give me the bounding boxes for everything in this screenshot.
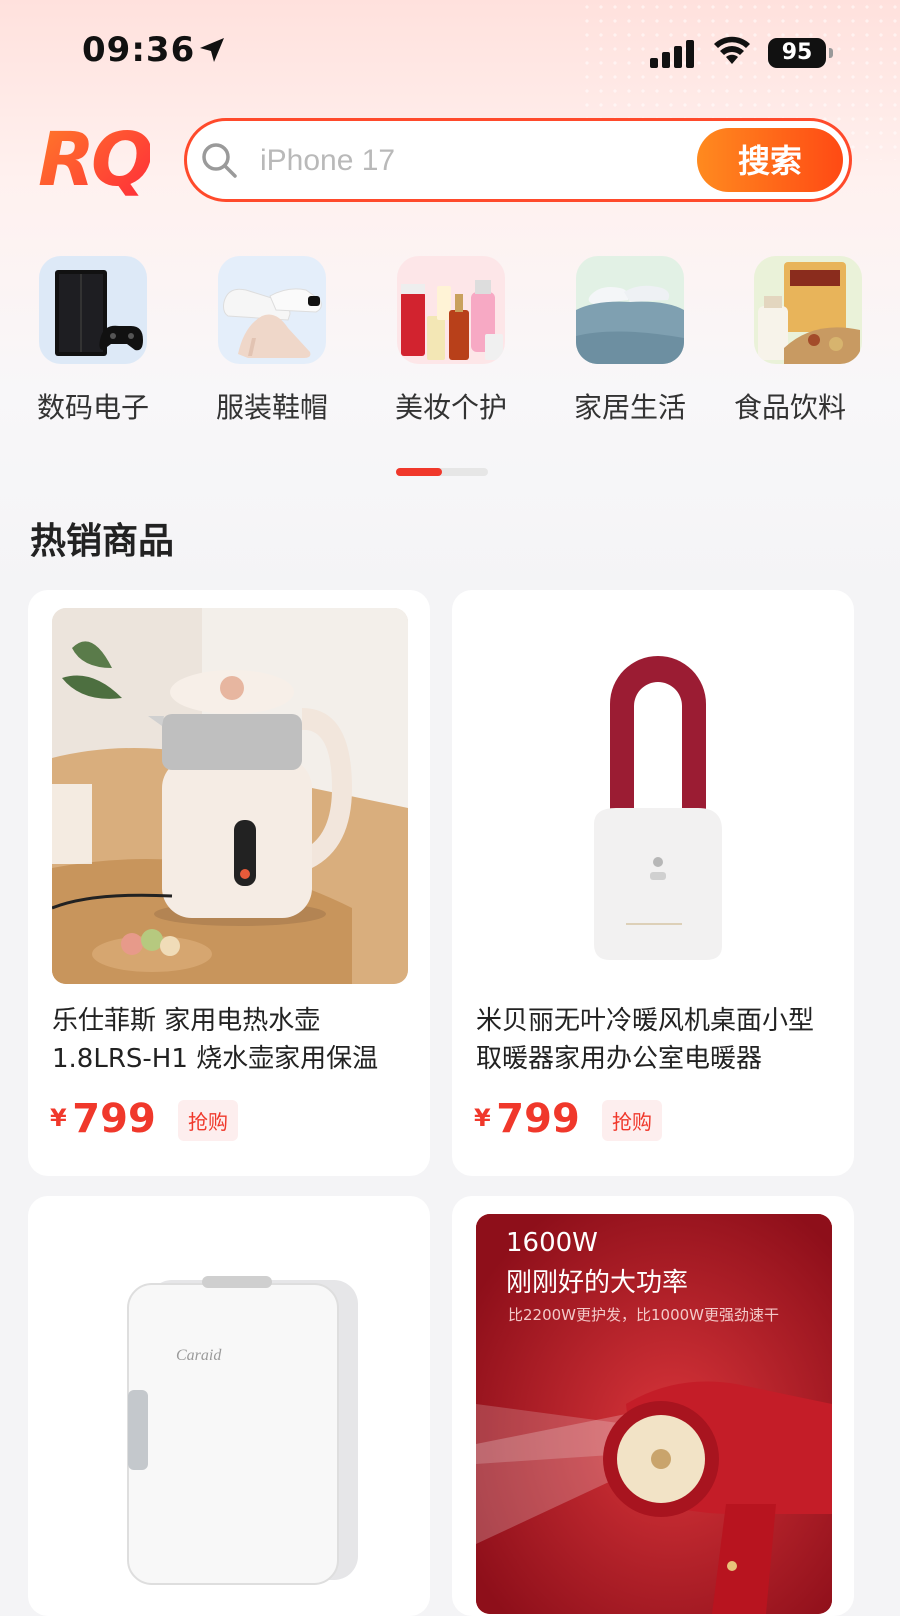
category-page-indicator — [396, 468, 488, 476]
page-indicator-active — [396, 468, 442, 476]
location-arrow-icon — [200, 38, 224, 62]
product-image-heater — [476, 608, 832, 984]
product-card[interactable]: 1600W 刚刚好的大功率 比2200W更护发，比1000W更强劲速干 — [452, 1196, 854, 1616]
section-title: 热销商品 — [30, 521, 175, 562]
category-beauty[interactable]: 美妆个护 — [376, 256, 526, 426]
search-button[interactable]: 搜索 — [697, 128, 843, 192]
cosmetics-icon — [397, 256, 505, 364]
category-label: 家居生活 — [573, 391, 686, 424]
product-price: ¥ 799 — [474, 1096, 580, 1142]
currency-symbol: ¥ — [474, 1104, 491, 1132]
category-digital[interactable]: 数码电子 — [18, 256, 168, 426]
category-label: 美妆个护 — [394, 391, 507, 424]
bedding-icon — [576, 256, 684, 364]
search-icon — [202, 143, 237, 178]
price-value: 799 — [496, 1096, 580, 1142]
category-label: 数码电子 — [36, 391, 149, 424]
product-title: 米贝丽无叶冷暖风机桌面小型取暖器家用办公室电暖器 — [476, 1006, 815, 1074]
product-image-mini-fridge: Caraid — [52, 1214, 408, 1614]
product-image-kettle — [52, 608, 408, 984]
battery-indicator: 95 — [768, 38, 833, 68]
price-value: 799 — [72, 1096, 156, 1142]
banner-subline: 比2200W更护发，比1000W更强劲速干 — [508, 1306, 780, 1324]
category-food[interactable]: 食品饮料 — [734, 256, 864, 426]
product-price: ¥ 799 — [50, 1096, 156, 1142]
cellular-signal-icon — [650, 40, 694, 68]
product-card[interactable]: 米贝丽无叶冷暖风机桌面小型取暖器家用办公室电暖器 ¥ 799 抢购 — [452, 590, 854, 1176]
buy-now-tag[interactable]: 抢购 — [602, 1100, 662, 1141]
wifi-icon — [714, 36, 750, 64]
category-label: 食品饮料 — [734, 391, 847, 424]
app-logo[interactable]: RQ — [38, 120, 154, 200]
category-apparel[interactable]: 服装鞋帽 — [197, 256, 347, 426]
category-home[interactable]: 家居生活 — [555, 256, 705, 426]
product-card[interactable]: Caraid — [28, 1196, 430, 1616]
product-card[interactable]: 乐仕菲斯 家用电热水壶1.8LRS-H1 烧水壶家用保温 ¥ 799 抢购 — [28, 590, 430, 1176]
currency-symbol: ¥ — [50, 1104, 67, 1132]
search-input[interactable] — [258, 138, 682, 184]
food-icon — [754, 256, 862, 364]
fridge-brand-mark: Caraid — [176, 1347, 222, 1364]
banner-headline: 刚刚好的大功率 — [506, 1268, 689, 1298]
banner-wattage: 1600W — [506, 1228, 598, 1258]
buy-now-tag[interactable]: 抢购 — [178, 1100, 238, 1141]
category-label: 服装鞋帽 — [215, 391, 328, 424]
product-title: 乐仕菲斯 家用电热水壶1.8LRS-H1 烧水壶家用保温 — [52, 1006, 379, 1074]
product-image-hair-dryer: 1600W 刚刚好的大功率 比2200W更护发，比1000W更强劲速干 — [476, 1214, 832, 1614]
clock: 09:36 — [82, 30, 196, 70]
battery-level: 95 — [781, 40, 813, 65]
status-bar: 09:36 95 — [0, 0, 900, 100]
game-console-icon — [39, 256, 147, 364]
shoes-icon — [218, 256, 326, 364]
